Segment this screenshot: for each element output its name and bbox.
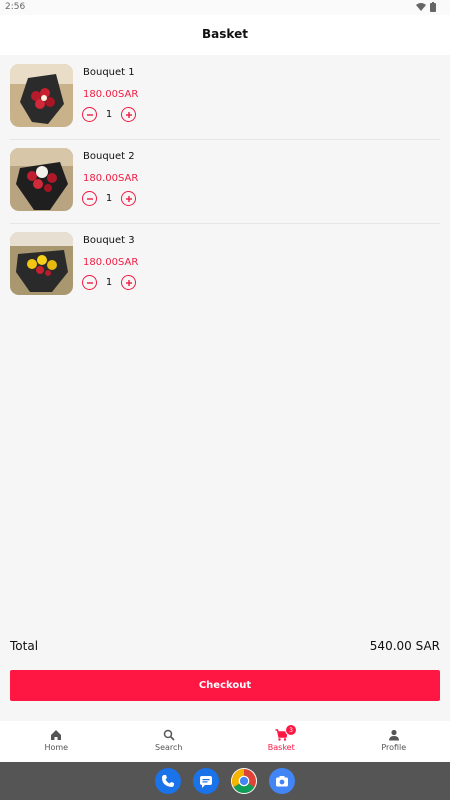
status-bar: 2:56: [0, 0, 450, 15]
basket-item: Bouquet 3 180.00SAR 1: [10, 224, 440, 307]
nav-home[interactable]: Home: [0, 721, 113, 762]
status-icons: [416, 2, 436, 12]
item-name: Bouquet 1: [83, 67, 135, 78]
camera-icon: [276, 776, 288, 787]
decrease-button[interactable]: [82, 191, 97, 206]
app-header: Basket: [0, 15, 450, 55]
decrease-button[interactable]: [82, 107, 97, 122]
chrome-icon: [231, 769, 256, 794]
minus-icon: [86, 197, 93, 200]
minus-icon: [86, 281, 93, 284]
home-icon: [51, 730, 62, 740]
person-icon: [388, 729, 399, 741]
total-value: 540.00 SAR: [369, 639, 440, 653]
page-title: Basket: [202, 27, 248, 41]
plus-icon: [125, 111, 132, 118]
nav-basket[interactable]: 3 Basket: [225, 721, 338, 762]
messages-app[interactable]: [193, 768, 219, 794]
quantity-value: 1: [105, 193, 113, 204]
nav-search[interactable]: Search: [113, 721, 226, 762]
decrease-button[interactable]: [82, 275, 97, 290]
bottom-nav: Home Search 3 Basket Profile: [0, 721, 450, 762]
bouquet-image: [10, 148, 73, 211]
quantity-stepper: 1: [82, 191, 136, 206]
nav-label: Home: [44, 743, 69, 752]
item-price: 180.00SAR: [83, 257, 139, 268]
battery-icon: [430, 2, 436, 12]
basket-list: Bouquet 1 180.00SAR 1 Bouquet 2 180.00SA…: [0, 56, 450, 307]
increase-button[interactable]: [121, 107, 136, 122]
quantity-stepper: 1: [82, 107, 136, 122]
phone-app[interactable]: [155, 768, 181, 794]
camera-app[interactable]: [269, 768, 295, 794]
phone-icon: [162, 775, 174, 787]
plus-icon: [125, 279, 132, 286]
messages-icon: [200, 776, 212, 788]
item-price: 180.00SAR: [83, 89, 139, 100]
checkout-label: Checkout: [198, 680, 252, 691]
checkout-button[interactable]: Checkout: [10, 670, 440, 701]
basket-item: Bouquet 2 180.00SAR 1: [10, 140, 440, 224]
search-icon: [163, 729, 175, 741]
quantity-stepper: 1: [82, 275, 136, 290]
quantity-value: 1: [105, 109, 113, 120]
plus-icon: [125, 195, 132, 202]
item-name: Bouquet 2: [83, 151, 135, 162]
item-name: Bouquet 3: [83, 235, 135, 246]
increase-button[interactable]: [121, 275, 136, 290]
chrome-app[interactable]: [231, 768, 257, 794]
increase-button[interactable]: [121, 191, 136, 206]
quantity-value: 1: [105, 277, 113, 288]
basket-item: Bouquet 1 180.00SAR 1: [10, 56, 440, 140]
nav-label: Search: [155, 743, 183, 752]
nav-profile[interactable]: Profile: [338, 721, 450, 762]
item-price: 180.00SAR: [83, 173, 139, 184]
bouquet-image: [10, 64, 73, 127]
cart-count-badge: 3: [285, 724, 297, 736]
wifi-icon: [416, 3, 426, 11]
nav-label: Profile: [381, 743, 407, 752]
bouquet-image: [10, 232, 73, 295]
status-time: 2:56: [5, 2, 26, 12]
total-label: Total: [10, 639, 39, 653]
system-dock: [0, 762, 450, 800]
minus-icon: [86, 113, 93, 116]
nav-label: Basket: [267, 743, 295, 752]
